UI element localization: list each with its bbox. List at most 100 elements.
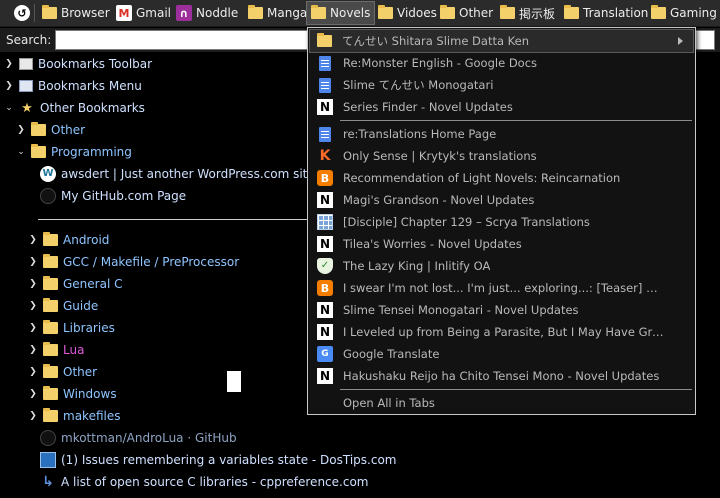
chevron-right-icon[interactable]: ❯ <box>28 257 38 267</box>
toolbar-folder-browser[interactable]: Browser <box>38 2 114 24</box>
toolbar-link-noddle[interactable]: ∩ Noddle <box>172 2 242 24</box>
tree-folder-general-c[interactable]: ❯ General C <box>28 273 122 295</box>
toolbar-label: Browser <box>61 6 110 20</box>
menu-item[interactable]: Slime てんせい Monogatari <box>310 74 693 96</box>
chevron-right-icon[interactable]: ❯ <box>4 81 14 91</box>
chevron-down-icon[interactable]: ⌄ <box>16 147 26 157</box>
menu-item-label: Google Translate <box>343 347 440 361</box>
menu-item[interactable]: N Series Finder - Novel Updates <box>310 96 693 118</box>
tree-label: Lua <box>63 343 85 357</box>
folder-icon <box>31 122 46 136</box>
menu-item[interactable]: B Recommendation of Light Novels: Reinca… <box>310 167 693 189</box>
folder-icon <box>43 298 58 312</box>
menu-item-label: Slime Tensei Monogatari - Novel Updates <box>343 303 579 317</box>
tree-label: Android <box>63 233 110 247</box>
dostips-icon <box>40 452 56 468</box>
tree-folder-guide[interactable]: ❯ Guide <box>28 295 98 317</box>
tree-link-github-page[interactable]: My GitHub.com Page <box>40 185 186 207</box>
tree-link-cppreference[interactable]: ↳ A list of open source C libraries - cp… <box>40 471 368 493</box>
shield-icon: ✓ <box>317 258 333 274</box>
gmail-icon: M <box>116 5 132 21</box>
chevron-right-icon[interactable]: ❯ <box>28 367 38 377</box>
tree-label: Other <box>63 365 98 379</box>
menu-item[interactable]: N I Leveled up from Being a Parasite, Bu… <box>310 321 693 343</box>
menu-item[interactable]: N Slime Tensei Monogatari - Novel Update… <box>310 299 693 321</box>
menu-item[interactable]: Re:Monster English - Google Docs <box>310 52 693 74</box>
menu-item[interactable]: G Google Translate <box>310 343 693 365</box>
toolbar-folder-gaming[interactable]: Gaming <box>647 2 720 24</box>
chevron-right-icon[interactable]: ❯ <box>4 59 14 69</box>
tree-folder-programming[interactable]: ⌄ Programming <box>16 141 132 163</box>
chevron-right-icon[interactable]: ❯ <box>28 389 38 399</box>
folder-icon <box>651 5 666 19</box>
grid-icon <box>317 214 333 230</box>
toolbar-folder-vidoes[interactable]: Vidoes <box>374 2 441 24</box>
menu-item[interactable]: B I swear I'm not lost... I'm just... ex… <box>310 277 693 299</box>
folder-icon <box>311 5 326 19</box>
chevron-down-icon[interactable]: ⌄ <box>4 103 14 113</box>
menu-item[interactable]: [Disciple] Chapter 129 – Scrya Translati… <box>310 211 693 233</box>
tree-folder-other-2[interactable]: ❯ Other <box>28 361 97 383</box>
tree-label: Programming <box>51 145 132 159</box>
tree-root-bookmarks-menu[interactable]: ❯ Bookmarks Menu <box>4 75 142 97</box>
toolbar-label: Vidoes <box>397 6 437 20</box>
novel-updates-icon: N <box>317 236 333 252</box>
tree-root-bookmarks-toolbar[interactable]: ❯ Bookmarks Toolbar <box>4 53 152 75</box>
menu-item[interactable]: N Hakushaku Reijo ha Chito Tensei Mono -… <box>310 365 693 387</box>
novel-updates-icon: N <box>317 192 333 208</box>
menu-item-label: [Disciple] Chapter 129 – Scrya Translati… <box>343 215 590 229</box>
toolbar-folder-manga[interactable]: Manga <box>244 2 311 24</box>
chevron-right-icon[interactable]: ❯ <box>28 235 38 245</box>
blogger-icon: B <box>317 170 333 186</box>
tree-folder-libraries[interactable]: ❯ Libraries <box>28 317 115 339</box>
toolbar-link-gmail[interactable]: M Gmail <box>112 2 175 24</box>
open-all-in-tabs-item[interactable]: Open All in Tabs <box>310 392 693 414</box>
tree-folder-android[interactable]: ❯ Android <box>28 229 109 251</box>
chevron-right-icon[interactable]: ❯ <box>28 301 38 311</box>
chevron-right-icon[interactable]: ❯ <box>28 323 38 333</box>
menu-item[interactable]: ✓ The Lazy King | Inlitify OA <box>310 255 693 277</box>
menu-item[interactable]: N Tilea's Worries - Novel Updates <box>310 233 693 255</box>
novel-updates-icon: N <box>317 324 333 340</box>
tree-folder-lua[interactable]: ❯ Lua <box>28 339 84 361</box>
tree-folder-gcc[interactable]: ❯ GCC / Makefile / PreProcessor <box>28 251 239 273</box>
tree-label: Bookmarks Menu <box>38 79 142 93</box>
toolbar-back-button[interactable]: ↺ <box>10 2 34 24</box>
folder-icon <box>43 342 58 356</box>
tree-label: Windows <box>63 387 117 401</box>
chevron-right-icon[interactable]: ❯ <box>28 279 38 289</box>
toolbar-folder-bbs[interactable]: 掲示板 <box>496 2 559 24</box>
tree-label: Other <box>51 123 86 137</box>
tree-label: Bookmarks Toolbar <box>38 57 153 71</box>
tree-link-dostips[interactable]: (1) Issues remembering a variables state… <box>40 449 396 471</box>
menu-item-submenu[interactable]: てんせい Shitara Slime Datta Ken <box>309 29 694 53</box>
folder-icon <box>500 5 515 19</box>
cursor-caret <box>227 371 241 392</box>
menu-separator <box>340 120 692 121</box>
toolbar-label: Noddle <box>196 6 239 20</box>
folder-icon <box>43 386 58 400</box>
toolbar-folder-other[interactable]: Other <box>436 2 497 24</box>
menu-item-label: Magi's Grandson - Novel Updates <box>343 193 535 207</box>
tree-link-androlua[interactable]: mkottman/AndroLua · GitHub <box>40 427 237 449</box>
folder-icon <box>31 144 46 158</box>
google-docs-icon <box>319 55 331 71</box>
tree-folder-other[interactable]: ❯ Other <box>16 119 85 141</box>
tree-folder-makefiles[interactable]: ❯ makefiles <box>28 405 120 427</box>
google-docs-icon <box>319 77 331 93</box>
tree-label: A list of open source C libraries - cppr… <box>61 475 369 489</box>
chevron-right-icon[interactable]: ❯ <box>16 125 26 135</box>
menu-item[interactable]: re:Translations Home Page <box>310 123 693 145</box>
menu-item-label: Tilea's Worries - Novel Updates <box>343 237 522 251</box>
menu-item[interactable]: K Only Sense | Krytyk's translations <box>310 145 693 167</box>
menu-item[interactable]: N Magi's Grandson - Novel Updates <box>310 189 693 211</box>
tree-folder-windows[interactable]: ❯ Windows <box>28 383 117 405</box>
folder-icon <box>43 232 58 246</box>
chevron-right-icon[interactable]: ❯ <box>28 411 38 421</box>
tree-link-awsdert[interactable]: W awsdert | Just another WordPress.com s… <box>40 163 315 185</box>
chevron-right-icon[interactable]: ❯ <box>28 345 38 355</box>
toolbar-folder-translation[interactable]: Translation <box>560 2 652 24</box>
toolbar-folder-novels[interactable]: Novels <box>305 1 376 25</box>
toolbar-separator <box>34 4 35 22</box>
tree-root-other-bookmarks[interactable]: ⌄ ★ Other Bookmarks <box>4 97 145 119</box>
